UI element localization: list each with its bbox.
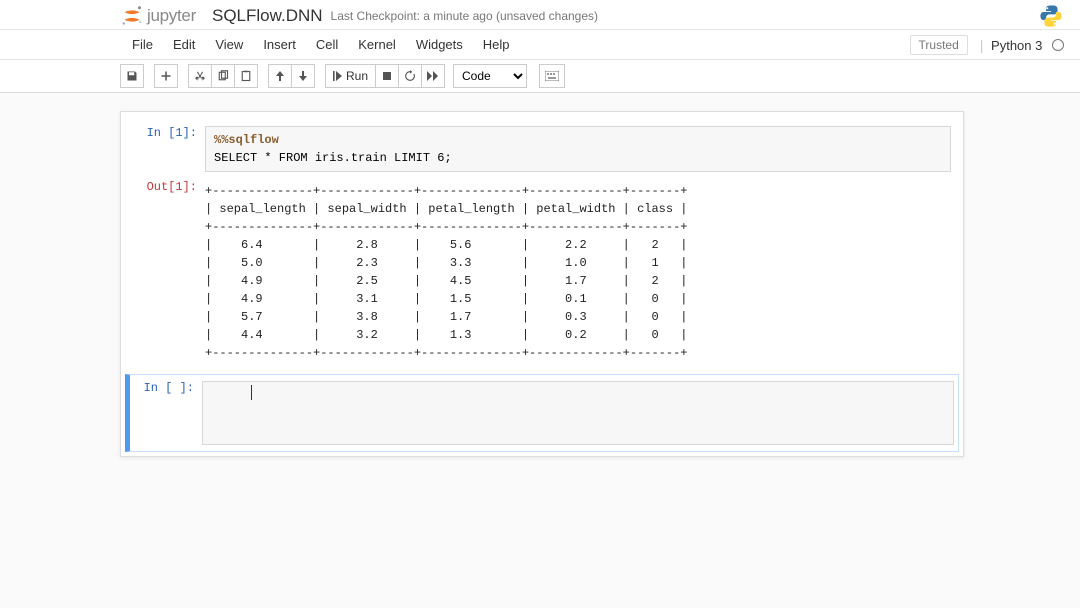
menubar: File Edit View Insert Cell Kernel Widget… <box>0 30 1080 60</box>
trusted-indicator[interactable]: Trusted <box>910 35 968 55</box>
menu-view[interactable]: View <box>205 31 253 58</box>
cut-button[interactable] <box>188 64 212 88</box>
text-cursor <box>251 385 252 400</box>
notebook-container: In [1]: %%sqlflow SELECT * FROM iris.tra… <box>120 111 964 457</box>
stop-icon <box>382 71 392 81</box>
kernel-name[interactable]: Python 3 <box>991 38 1042 53</box>
output-cell-1: Out[1]: +--------------+-------------+--… <box>129 178 955 370</box>
plus-icon <box>160 70 172 82</box>
keyboard-icon <box>545 71 559 81</box>
fast-forward-icon <box>427 71 439 81</box>
copy-button[interactable] <box>211 64 235 88</box>
notebook-header: jupyter SQLFlow.DNN Last Checkpoint: a m… <box>0 0 1080 30</box>
cut-icon <box>194 70 206 82</box>
insert-cell-button[interactable] <box>154 64 178 88</box>
interrupt-button[interactable] <box>375 64 399 88</box>
run-icon <box>333 71 342 81</box>
code-input-1[interactable]: %%sqlflow SELECT * FROM iris.train LIMIT… <box>205 126 951 172</box>
code-cell-2[interactable]: In [ ]: <box>125 374 959 452</box>
paste-icon <box>240 70 252 82</box>
menu-edit[interactable]: Edit <box>163 31 205 58</box>
in-prompt-empty: In [ ]: <box>130 381 202 445</box>
restart-button[interactable] <box>398 64 422 88</box>
save-icon <box>126 70 138 82</box>
menu-widgets[interactable]: Widgets <box>406 31 473 58</box>
run-button[interactable]: Run <box>325 64 376 88</box>
toolbar: Run Code <box>0 60 1080 93</box>
kernel-separator: | <box>980 37 984 53</box>
arrow-down-icon <box>298 70 308 82</box>
code-input-empty[interactable] <box>202 381 954 445</box>
arrow-up-icon <box>275 70 285 82</box>
checkpoint-status: Last Checkpoint: a minute ago (unsaved c… <box>331 9 599 23</box>
move-down-button[interactable] <box>291 64 315 88</box>
run-label: Run <box>346 69 368 83</box>
menu-cell[interactable]: Cell <box>306 31 348 58</box>
command-palette-button[interactable] <box>539 64 565 88</box>
menu-insert[interactable]: Insert <box>253 31 306 58</box>
jupyter-logo-text: jupyter <box>147 6 196 26</box>
copy-icon <box>217 70 229 82</box>
menu-file[interactable]: File <box>122 31 163 58</box>
restart-icon <box>404 70 416 82</box>
out-prompt-1: Out[1]: <box>133 180 205 364</box>
kernel-status-icon[interactable] <box>1052 39 1064 51</box>
move-up-button[interactable] <box>268 64 292 88</box>
menu-help[interactable]: Help <box>473 31 520 58</box>
output-text-1: +--------------+-------------+----------… <box>205 180 951 364</box>
save-button[interactable] <box>120 64 144 88</box>
paste-button[interactable] <box>234 64 258 88</box>
jupyter-logo[interactable]: jupyter <box>120 4 196 28</box>
code-cell-1[interactable]: In [1]: %%sqlflow SELECT * FROM iris.tra… <box>129 120 955 178</box>
notebook-name[interactable]: SQLFlow.DNN <box>212 6 323 26</box>
jupyter-icon <box>120 4 144 28</box>
menu-kernel[interactable]: Kernel <box>348 31 406 58</box>
python-icon <box>1038 3 1064 29</box>
celltype-select[interactable]: Code <box>453 64 527 88</box>
in-prompt-1: In [1]: <box>133 126 205 172</box>
restart-run-button[interactable] <box>421 64 445 88</box>
